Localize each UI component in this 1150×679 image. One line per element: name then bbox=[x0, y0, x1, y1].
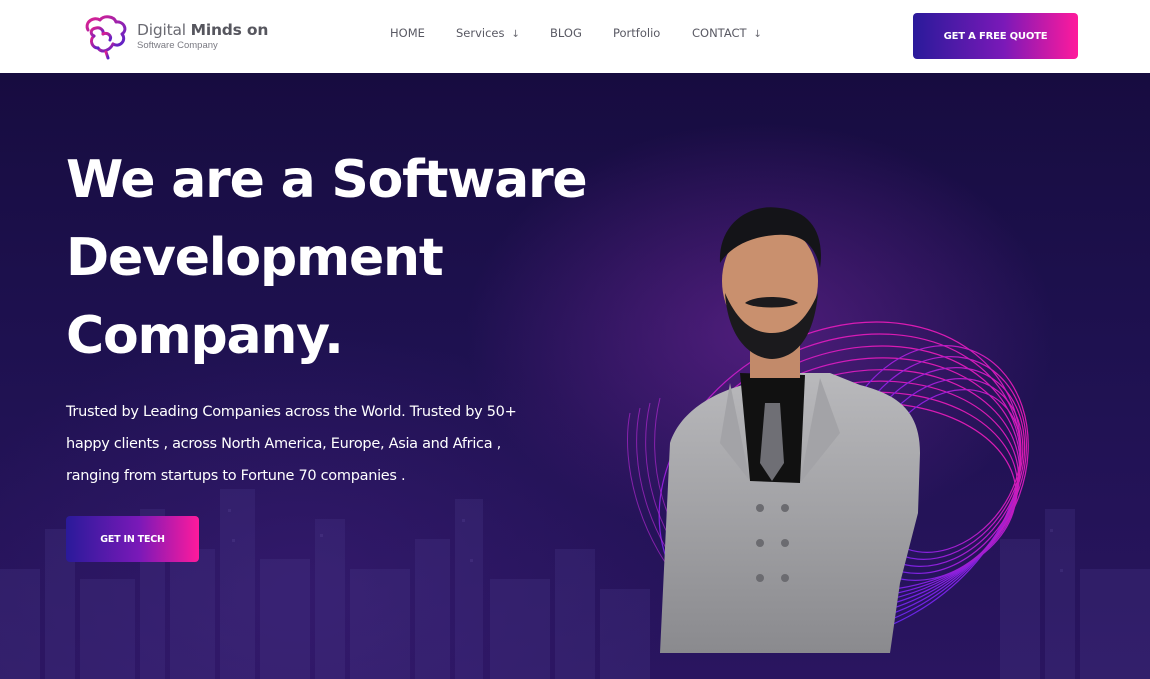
arrow-down-icon: ↓ bbox=[511, 29, 520, 40]
brand-logo[interactable]: Digital Minds on Software Company bbox=[80, 12, 268, 60]
hero-description: Trusted by Leading Companies across the … bbox=[66, 396, 586, 492]
hero-heading-line: We are a Software bbox=[66, 150, 588, 210]
nav-item-services[interactable]: Services ↓ bbox=[456, 26, 520, 42]
get-in-tech-label: GET IN TECH bbox=[100, 533, 165, 545]
brand-tagline: Software Company bbox=[137, 39, 218, 51]
hero-illustration bbox=[627, 207, 1029, 653]
nav-item-portfolio[interactable]: Portfolio bbox=[613, 26, 660, 40]
nav-item-blog[interactable]: BLOG bbox=[550, 26, 582, 40]
hero-description-line: happy clients , across North America, Eu… bbox=[66, 436, 501, 452]
person-photo bbox=[660, 207, 920, 653]
nav-item-home[interactable]: HOME bbox=[390, 26, 425, 40]
hero-description-line: Trusted by Leading Companies across the … bbox=[66, 404, 517, 420]
get-free-quote-label: GET A FREE QUOTE bbox=[943, 30, 1048, 42]
hero-section: We are a Software Development Company. T… bbox=[0, 73, 1150, 679]
brand-name: Digital Minds on bbox=[137, 20, 269, 39]
hero-heading-line: Company. bbox=[66, 306, 344, 366]
top-navbar: Digital Minds on Software Company HOME S… bbox=[0, 0, 1150, 73]
hero-heading-line: Development bbox=[66, 228, 444, 288]
nav-item-contact[interactable]: CONTACT ↓ bbox=[692, 26, 762, 42]
hero-heading: We are a Software Development Company. bbox=[66, 141, 626, 375]
brain-logo-icon bbox=[85, 15, 127, 60]
arrow-down-icon: ↓ bbox=[753, 29, 762, 40]
get-free-quote-button[interactable]: GET A FREE QUOTE bbox=[913, 13, 1078, 59]
hero-description-line: ranging from startups to Fortune 70 comp… bbox=[66, 468, 406, 484]
get-in-tech-button[interactable]: GET IN TECH bbox=[66, 516, 199, 562]
